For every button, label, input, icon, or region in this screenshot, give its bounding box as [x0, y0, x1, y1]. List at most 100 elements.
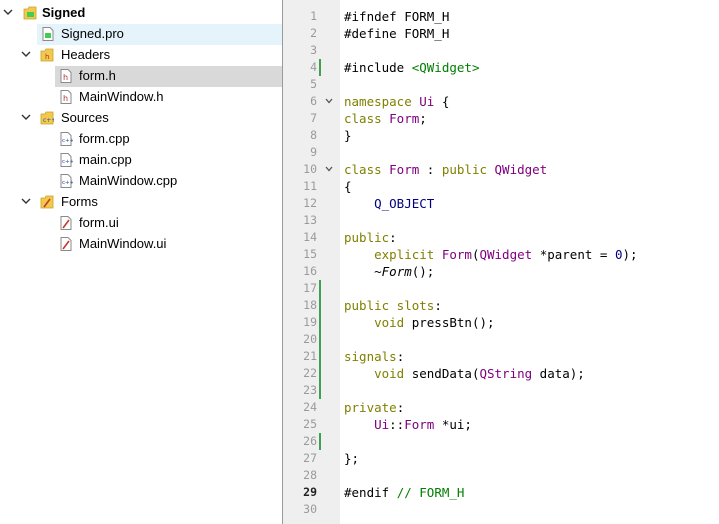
code-line: #include <QWidget>: [344, 59, 479, 76]
svg-text:c++: c++: [62, 180, 73, 186]
line-number: 18: [303, 298, 317, 312]
code-token: public: [344, 230, 390, 245]
tree-item-label: MainWindow.ui: [79, 236, 167, 251]
line-number: 29: [303, 485, 317, 499]
cpp-file-icon: c++: [60, 153, 73, 167]
tree-item-label: Headers: [61, 47, 111, 62]
code-token: :: [389, 230, 397, 245]
change-marker: [319, 382, 321, 399]
code-token: explicit: [344, 247, 442, 262]
code-token: public slots: [344, 298, 435, 313]
chevron-down-icon[interactable]: [21, 196, 31, 206]
change-marker: [319, 348, 321, 365]
code-line: void sendData(QString data);: [344, 365, 585, 382]
code-token: Q_OBJECT: [344, 196, 435, 211]
svg-text:h: h: [63, 94, 68, 103]
code-token: ~: [344, 264, 382, 279]
ui-file-icon: [60, 237, 72, 251]
tree-item-label: Sources: [61, 110, 109, 125]
tree-item-mainwindow-cpp[interactable]: c++ MainWindow.cpp: [0, 171, 282, 192]
code-line: public slots:: [344, 297, 442, 314]
code-line: private:: [344, 399, 404, 416]
code-token: :: [396, 400, 405, 415]
chevron-down-icon[interactable]: [21, 112, 31, 122]
line-number: 17: [303, 281, 317, 295]
code-token: ::: [389, 417, 405, 432]
code-token: {: [344, 179, 352, 194]
code-token: namespace: [344, 94, 420, 109]
change-marker: [319, 331, 321, 348]
line-number: 26: [303, 434, 317, 448]
code-token: {: [434, 94, 450, 109]
tree-item-label: Forms: [61, 194, 98, 209]
fold-chevron-icon[interactable]: [324, 161, 334, 178]
line-number: 16: [303, 264, 317, 278]
tree-item-form-h[interactable]: h form.h: [55, 66, 282, 87]
tree-item-form-cpp[interactable]: c++ form.cpp: [0, 129, 282, 150]
code-line: {: [344, 178, 352, 195]
line-number: 4: [310, 60, 317, 74]
tree-item-signed-pro[interactable]: Signed.pro: [37, 24, 282, 45]
chevron-down-icon[interactable]: [3, 7, 13, 17]
code-token: Form: [381, 264, 412, 279]
line-number: 12: [303, 196, 317, 210]
line-number: 5: [310, 77, 317, 91]
code-line: }: [344, 127, 352, 144]
line-number: 28: [303, 468, 317, 482]
line-number: 21: [303, 349, 317, 363]
code-line: signals:: [344, 348, 404, 365]
change-marker: [319, 433, 321, 450]
tree-item-main-cpp[interactable]: c++ main.cpp: [0, 150, 282, 171]
line-number: 27: [303, 451, 317, 465]
code-token: }: [344, 128, 352, 143]
code-token: private: [344, 400, 397, 415]
tree-item-signed[interactable]: Signed: [0, 3, 282, 24]
code-token: QWidget: [494, 162, 548, 177]
tree-item-headers[interactable]: h Headers: [0, 45, 282, 66]
line-number: 14: [303, 230, 317, 244]
tree-item-form-ui[interactable]: form.ui: [0, 213, 282, 234]
line-number: 24: [303, 400, 317, 414]
code-line: #define FORM_H: [344, 25, 449, 42]
code-line: Q_OBJECT: [344, 195, 434, 212]
sources-folder-icon: c++: [40, 111, 54, 125]
code-token: Form: [441, 247, 472, 262]
code-token: QWidget: [479, 247, 533, 262]
line-number: 6: [310, 94, 317, 108]
code-token: pressBtn();: [411, 315, 495, 330]
line-number: 9: [310, 145, 317, 159]
code-token: signals: [344, 349, 397, 364]
code-token: ;: [419, 111, 427, 126]
line-number: 13: [303, 213, 317, 227]
tree-item-forms[interactable]: Forms: [0, 192, 282, 213]
code-token: *parent =: [532, 247, 615, 262]
code-line: Ui::Form *ui;: [344, 416, 472, 433]
code-line: explicit Form(QWidget *parent = 0);: [344, 246, 638, 263]
pro-file-icon: [42, 27, 54, 41]
chevron-down-icon[interactable]: [21, 49, 31, 59]
tree-item-label: main.cpp: [79, 152, 132, 167]
cpp-file-icon: c++: [60, 132, 73, 146]
code-token: #define FORM_H: [344, 26, 450, 41]
tree-item-label: form.ui: [79, 215, 119, 230]
header-file-icon: h: [60, 69, 72, 83]
code-token: );: [622, 247, 638, 262]
tree-item-sources[interactable]: c++ Sources: [0, 108, 282, 129]
line-number: 22: [303, 366, 317, 380]
fold-chevron-icon[interactable]: [324, 93, 334, 110]
change-marker: [319, 59, 321, 76]
code-token: Ui: [419, 94, 435, 109]
code-line: #ifndef FORM_H: [344, 8, 449, 25]
line-number: 30: [303, 502, 317, 516]
line-number: 11: [303, 179, 317, 193]
code-token: 0: [614, 247, 623, 262]
code-token: :: [396, 349, 405, 364]
svg-text:c++: c++: [62, 159, 73, 165]
code-token: Form: [389, 162, 420, 177]
tree-item-mainwindow-ui[interactable]: MainWindow.ui: [0, 234, 282, 255]
tree-item-mainwindow-h[interactable]: h MainWindow.h: [0, 87, 282, 108]
code-token: QString: [479, 366, 533, 381]
project-tree: Signed Signed.pro h Headers h form.h h M…: [0, 0, 282, 524]
code-token: ();: [411, 264, 435, 279]
line-number: 1: [310, 9, 317, 23]
